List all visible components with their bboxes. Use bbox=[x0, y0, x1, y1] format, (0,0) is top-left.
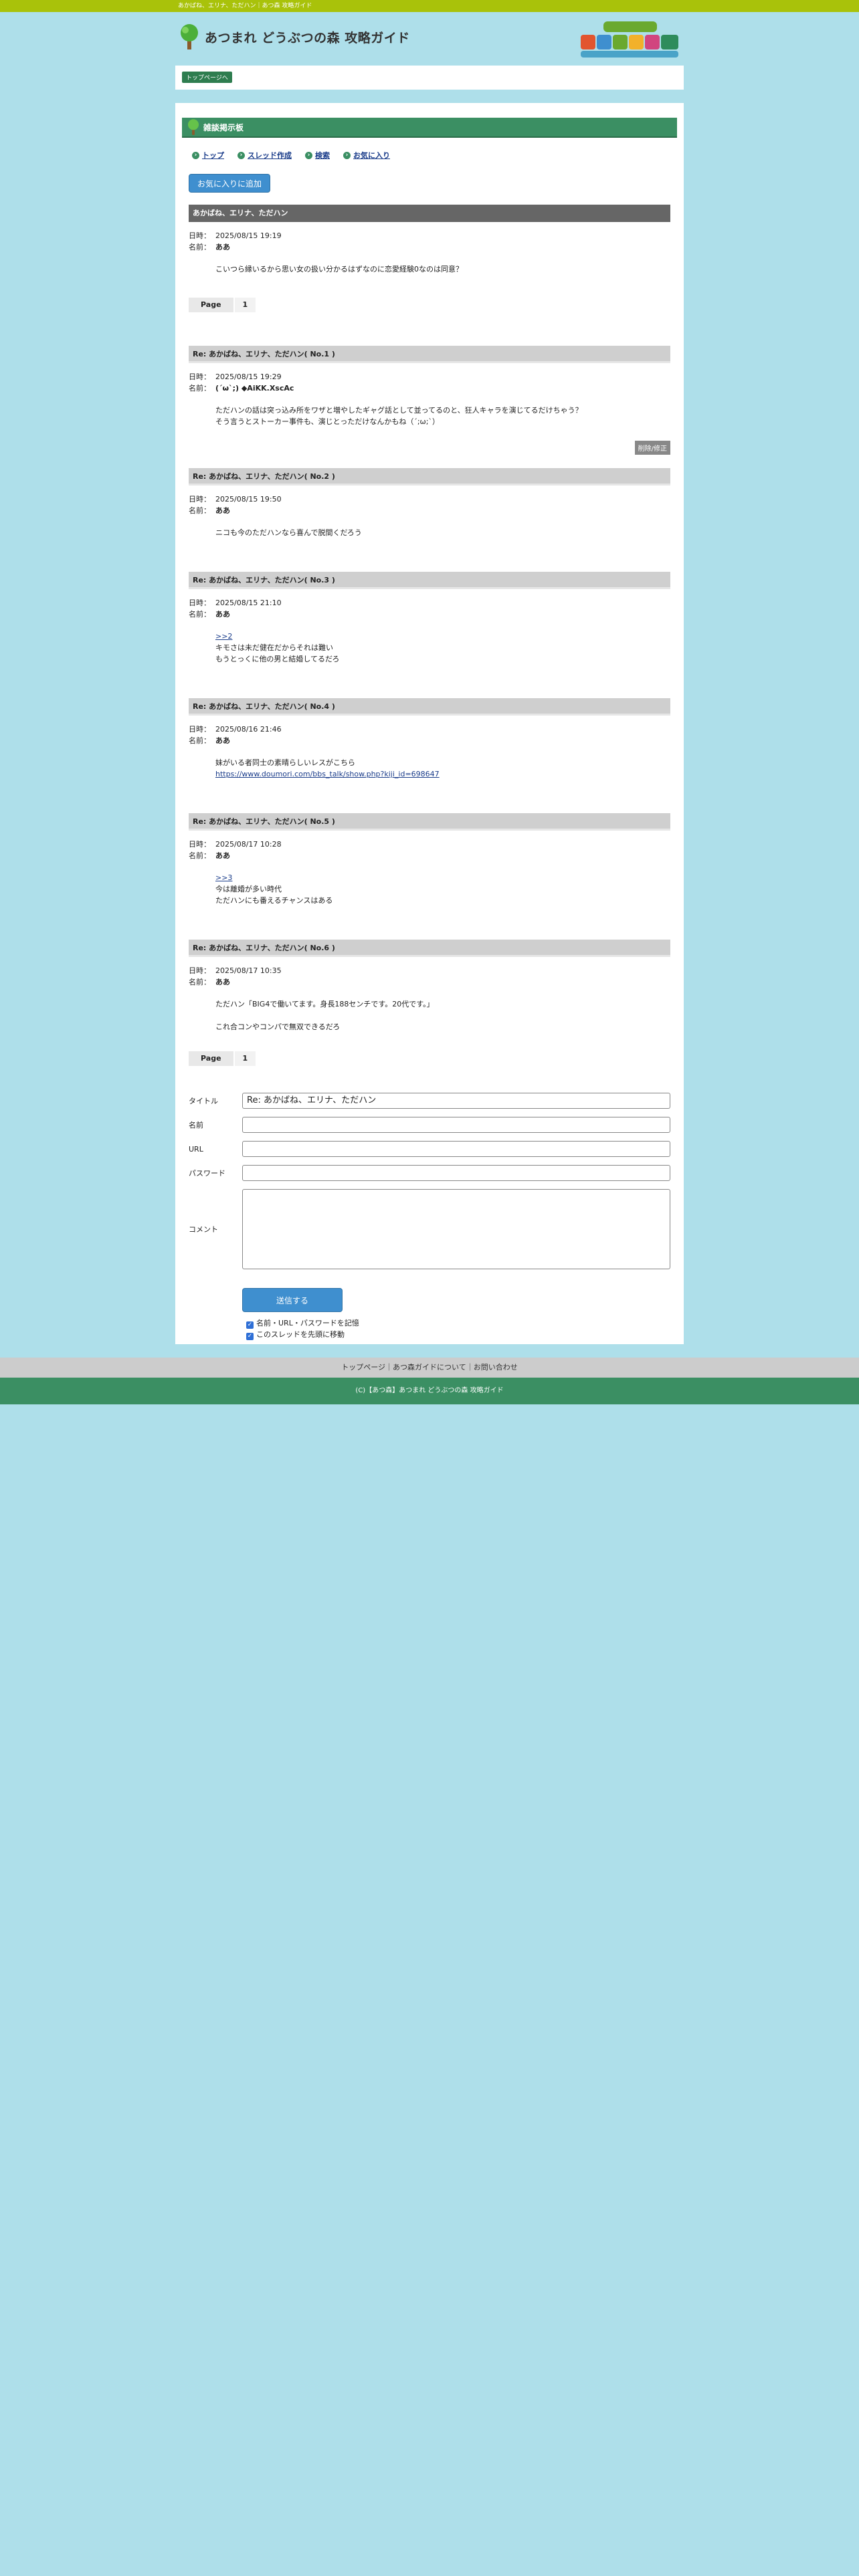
arrow-icon: › bbox=[192, 151, 199, 159]
post-date: 2025/08/15 19:19 bbox=[215, 231, 282, 240]
title-input[interactable]: Re: あかばね、エリナ、ただハン bbox=[242, 1093, 670, 1109]
post-date: 2025/08/15 21:10 bbox=[215, 599, 282, 607]
post-date: 2025/08/17 10:28 bbox=[215, 840, 282, 849]
footer-links[interactable]: トップページ｜あつ森ガイドについて｜お問い合わせ bbox=[0, 1358, 859, 1378]
remember-checkbox[interactable]: ✓ 名前・URL・パスワードを記憶 bbox=[246, 1317, 670, 1329]
top-page-link[interactable]: トップページへ bbox=[182, 72, 232, 83]
post-author: ああ bbox=[215, 851, 230, 860]
quote-link[interactable]: >>2 bbox=[215, 632, 232, 641]
reply-post: Re: あかばね、エリナ、ただハン( No.6 ) 日時： 2025/08/17 … bbox=[189, 940, 670, 1033]
reply-body: ただハン「BIG4で働いてます。身長188センチです。20代です。」 これ合コン… bbox=[215, 1000, 434, 1031]
thread-body: こいつら縁いるから思い女の扱い分かるはずなのに恋愛経験0なのは同意？ bbox=[215, 265, 463, 274]
reply-post: Re: あかばね、エリナ、ただハン( No.2 ) 日時： 2025/08/15 … bbox=[189, 468, 670, 538]
breadcrumb: トップページへ bbox=[175, 66, 684, 90]
post-author: ああ bbox=[215, 243, 230, 251]
post-date: 2025/08/15 19:50 bbox=[215, 495, 282, 504]
post-date: 2025/08/17 10:35 bbox=[215, 966, 282, 975]
password-input[interactable] bbox=[242, 1165, 670, 1181]
board-title: 雑談掲示板 bbox=[203, 122, 244, 132]
nav-favorites[interactable]: › お気に入り bbox=[343, 150, 390, 160]
post-author: (´ω`;) ◆AiKK.XscAc bbox=[215, 384, 294, 393]
arrow-icon: › bbox=[343, 151, 351, 159]
check-icon: ✓ bbox=[246, 1321, 254, 1329]
board-content: 雑談掲示板 › トップ › スレッド作成 › 検索 › お気に入り お気に入りに追加 あ… bbox=[175, 103, 684, 1344]
pager-bottom: Page 1 bbox=[189, 1051, 670, 1066]
tree-icon bbox=[181, 24, 198, 49]
external-link[interactable]: https://www.doumori.com/bbs_talk/show.ph… bbox=[215, 770, 440, 778]
thread-meta: 日時： 2025/08/15 19:19 名前： ああ bbox=[189, 231, 282, 251]
reply-post: Re: あかばね、エリナ、ただハン( No.1 ) 日時： 2025/08/15 … bbox=[189, 346, 670, 455]
reply-form: タイトル Re: あかばね、エリナ、ただハン 名前 URL パスワード コメント… bbox=[189, 1093, 670, 1340]
reply-title: Re: あかばね、エリナ、ただハン( No.6 ) bbox=[189, 940, 670, 957]
board-header: 雑談掲示板 bbox=[182, 118, 677, 138]
nav-top[interactable]: › トップ bbox=[192, 150, 224, 160]
name-input[interactable] bbox=[242, 1117, 670, 1133]
reply-title: Re: あかばね、エリナ、ただハン( No.5 ) bbox=[189, 813, 670, 831]
site-logo[interactable]: あつまれ どうぶつの森 攻略ガイド bbox=[178, 23, 410, 51]
reply-body: ニコも今のただハンなら喜んで脱間くだろう bbox=[215, 528, 362, 537]
site-title: あつまれ どうぶつの森 攻略ガイド bbox=[205, 30, 410, 45]
reply-post: Re: あかばね、エリナ、ただハン( No.5 ) 日時： 2025/08/17 … bbox=[189, 813, 670, 906]
nav-search[interactable]: › 検索 bbox=[305, 150, 330, 160]
post-author: ああ bbox=[215, 736, 230, 745]
move-top-checkbox[interactable]: ✓ このスレッドを先頭に移動 bbox=[246, 1329, 670, 1340]
edit-delete-button[interactable]: 削除/修正 bbox=[634, 441, 670, 455]
board-nav: › トップ › スレッド作成 › 検索 › お気に入り bbox=[192, 150, 670, 160]
post-date: 2025/08/15 19:29 bbox=[215, 372, 282, 381]
submit-button[interactable]: 送信する bbox=[242, 1288, 343, 1312]
arrow-icon: › bbox=[237, 151, 245, 159]
reply-body: 妹がいる者同士の素晴らしいレスがこちら https://www.doumori.… bbox=[215, 758, 440, 778]
reply-body: >>3 今は離婚が多い時代 ただハンにも番えるチャンスはある bbox=[215, 873, 333, 905]
reply-post: Re: あかばね、エリナ、ただハン( No.4 ) 日時： 2025/08/16 … bbox=[189, 698, 670, 780]
comment-textarea[interactable] bbox=[242, 1189, 670, 1269]
pager-top: Page 1 bbox=[189, 298, 670, 312]
post-date: 2025/08/16 21:46 bbox=[215, 725, 282, 734]
footer-copyright: (C)【あつ森】あつまれ どうぶつの森 攻略ガイド bbox=[0, 1378, 859, 1404]
arrow-icon: › bbox=[305, 151, 312, 159]
page-1-link[interactable]: 1 bbox=[234, 298, 256, 312]
reply-body: >>2 キモさは未だ健在だからそれは難い もうとっくに他の男と結婚してるだろ bbox=[215, 632, 340, 663]
nav-new-thread[interactable]: › スレッド作成 bbox=[237, 150, 292, 160]
url-input[interactable] bbox=[242, 1141, 670, 1157]
brand-logo[interactable] bbox=[579, 21, 681, 60]
check-icon: ✓ bbox=[246, 1333, 254, 1340]
tree-icon bbox=[187, 119, 199, 135]
page-1-link[interactable]: 1 bbox=[234, 1051, 256, 1066]
add-favorite-button[interactable]: お気に入りに追加 bbox=[189, 174, 271, 193]
reply-body: ただハンの話は突っ込み所をワザと増やしたギャグ話として並ってるのと、狂人キャラを… bbox=[215, 406, 583, 426]
site-header: あつまれ どうぶつの森 攻略ガイド bbox=[178, 12, 681, 66]
post-author: ああ bbox=[215, 978, 230, 986]
reply-title: Re: あかばね、エリナ、ただハン( No.3 ) bbox=[189, 572, 670, 589]
reply-title: Re: あかばね、エリナ、ただハン( No.2 ) bbox=[189, 468, 670, 486]
reply-post: Re: あかばね、エリナ、ただハン( No.3 ) 日時： 2025/08/15 … bbox=[189, 572, 670, 665]
quote-link[interactable]: >>3 bbox=[215, 873, 232, 882]
post-author: ああ bbox=[215, 506, 230, 515]
post-author: ああ bbox=[215, 610, 230, 619]
top-banner: あかばね、エリナ、ただハン｜あつ森 攻略ガイド bbox=[0, 0, 859, 12]
reply-title: Re: あかばね、エリナ、ただハン( No.4 ) bbox=[189, 698, 670, 716]
thread-title: あかばね、エリナ、ただハン bbox=[189, 205, 670, 222]
reply-title: Re: あかばね、エリナ、ただハン( No.1 ) bbox=[189, 346, 670, 363]
